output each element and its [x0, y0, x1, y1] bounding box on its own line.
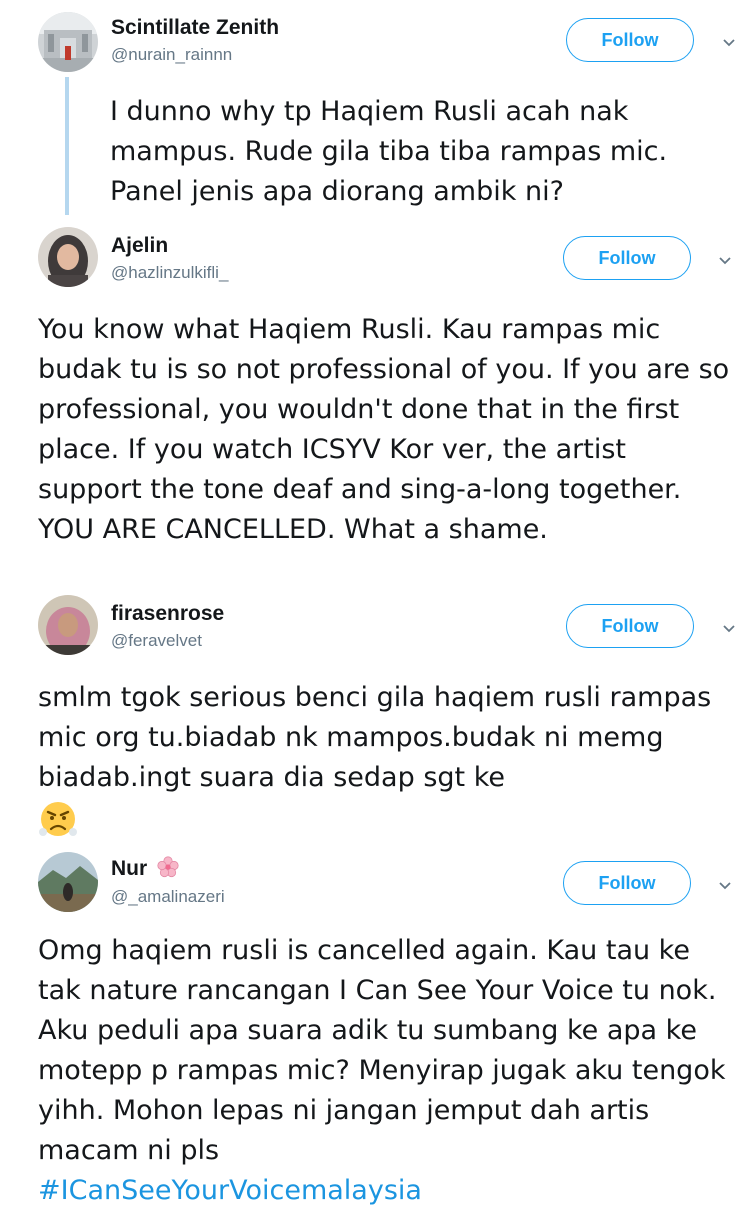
avatar[interactable] [38, 852, 98, 912]
follow-button[interactable]: Follow [563, 861, 691, 905]
chevron-down-icon[interactable] [722, 622, 736, 636]
user-handle[interactable]: @nurain_rainnn [111, 45, 232, 65]
follow-button[interactable]: Follow [566, 18, 694, 62]
avatar[interactable] [38, 595, 98, 655]
tweet-text: I dunno why tp Haqiem Rusli acah nak mam… [110, 96, 668, 207]
cherry-blossom-emoji-icon [157, 856, 179, 878]
display-name[interactable]: Nur [111, 856, 179, 881]
hashtag-link[interactable]: #ICanSeeYourVoicemalaysia [38, 1175, 422, 1206]
display-name[interactable]: firasenrose [111, 602, 224, 626]
follow-button[interactable]: Follow [563, 236, 691, 280]
display-name-text: Nur [111, 857, 148, 880]
tweet-text-body: Omg haqiem rusli is cancelled again. Kau… [38, 935, 726, 1166]
tweet-1: Scintillate Zenith @nurain_rainnn Follow… [0, 0, 741, 222]
chevron-down-icon[interactable] [718, 879, 732, 893]
avatar[interactable] [38, 227, 98, 287]
tweet-text-body: smlm tgok serious benci gila haqiem rusl… [38, 682, 712, 793]
tweet-text: You know what Haqiem Rusli. Kau rampas m… [38, 314, 730, 545]
angry-face-emoji-icon [38, 799, 78, 839]
chevron-down-icon[interactable] [722, 36, 736, 50]
avatar[interactable] [38, 12, 98, 72]
display-name[interactable]: Scintillate Zenith [111, 16, 279, 40]
tweet-3: firasenrose @feravelvet Follow smlm tgok… [0, 590, 741, 840]
tweet-text: Omg haqiem rusli is cancelled again. Kau… [38, 931, 733, 1211]
user-handle[interactable]: @hazlinzulkifli_ [111, 263, 228, 283]
avatar-image [38, 852, 98, 912]
tweet-2: Ajelin @hazlinzulkifli_ Follow You know … [0, 222, 741, 590]
user-handle[interactable]: @_amalinazeri [111, 887, 225, 907]
avatar-image [38, 595, 98, 655]
thread-line [65, 77, 69, 215]
display-name[interactable]: Ajelin [111, 234, 168, 258]
follow-button[interactable]: Follow [566, 604, 694, 648]
tweet-text: smlm tgok serious benci gila haqiem rusl… [38, 678, 733, 839]
tweet-4: Nur @_amalinazeri Follow Omg haqiem rusl… [0, 840, 741, 1215]
chevron-down-icon[interactable] [718, 254, 732, 268]
avatar-image [38, 227, 98, 287]
avatar-image [38, 12, 98, 72]
user-handle[interactable]: @feravelvet [111, 631, 202, 651]
